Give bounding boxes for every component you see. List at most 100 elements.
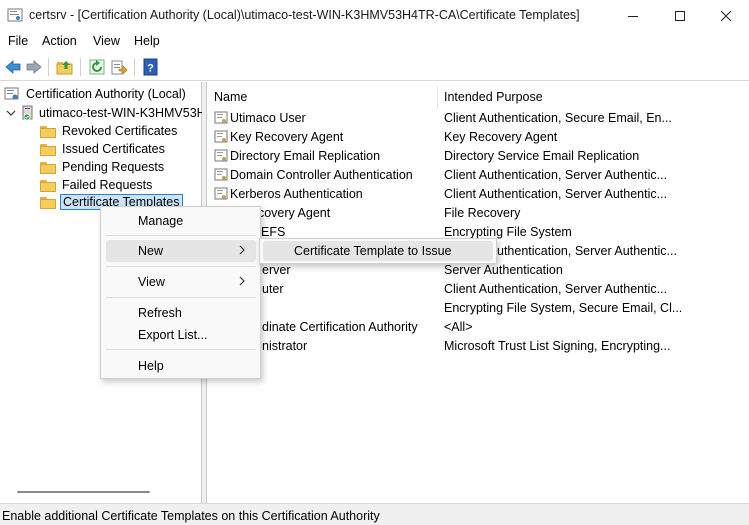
toolbar-separator [134,58,135,76]
context-item-label: Manage [138,214,184,228]
menu-help[interactable]: Help [134,34,160,48]
context-item-label: New [138,244,164,258]
close-button[interactable] [703,0,749,31]
menu-view[interactable]: View [93,34,120,48]
certificate-template-icon [214,187,228,200]
chevron-down-icon[interactable] [6,108,16,118]
folder-icon [40,125,56,138]
template-purpose: Client Authentication, Server Authentic.… [444,282,668,296]
template-name: nistrator [262,339,308,353]
toolbar-separator [48,58,49,76]
template-name: Key Recovery Agent [230,130,344,144]
list-item[interactable]: Utimaco User Client Authentication, Secu… [207,109,749,128]
submenu-item-label: Certificate Template to Issue [294,244,452,258]
template-name: dinate Certification Authority [262,320,418,334]
list-item[interactable]: ecovery Agent File Recovery [207,204,749,223]
toolbar: ? [0,53,749,81]
list-item[interactable]: dinate Certification Authority <All> [207,318,749,337]
template-purpose: Encrypting File System [444,225,572,239]
menu-separator [106,349,256,350]
template-purpose: Server Authentication [444,263,563,277]
context-item-new[interactable]: New [106,240,256,262]
certificate-template-icon [214,149,228,162]
template-list-view: Name Intended Purpose Utimaco User Clien… [206,82,749,503]
chevron-right-icon [239,245,245,255]
tree-root[interactable]: Certification Authority (Local) [4,85,186,103]
column-header-label: Name [214,90,248,104]
folder-icon [40,143,56,156]
menu-file[interactable]: File [8,34,28,48]
status-bar: Enable additional Certificate Templates … [0,503,749,525]
list-item[interactable]: nistrator Microsoft Trust List Signing, … [207,337,749,356]
context-item-manage[interactable]: Manage [106,210,256,232]
title-bar: certsrv - [Certification Authority (Loca… [0,0,749,31]
back-arrow-icon[interactable] [4,58,22,76]
certificate-template-icon [214,168,228,181]
folder-icon [40,161,56,174]
menu-separator [106,235,256,236]
tree-item-revoked-certificates[interactable]: Revoked Certificates [40,122,177,140]
column-divider[interactable] [437,86,438,108]
submenu-item-certificate-template-to-issue[interactable]: Certificate Template to Issue [263,241,493,261]
tree-item-label: Issued Certificates [62,142,165,156]
template-name: Directory Email Replication [230,149,381,163]
status-text: Enable additional Certificate Templates … [2,509,380,523]
toolbar-separator [80,58,81,76]
folder-icon [40,179,56,192]
template-purpose: Microsoft Trust List Signing, Encrypting… [444,339,671,353]
template-purpose: Client Authentication, Server Authentic.… [444,187,668,201]
template-purpose: File Recovery [444,206,521,220]
list-item[interactable]: Kerberos Authentication Client Authentic… [207,185,749,204]
template-purpose: uthentication, Server Authentic... [497,244,677,258]
list-item[interactable]: uter Client Authentication, Server Authe… [207,280,749,299]
certificate-template-icon [214,111,228,124]
context-item-label: Refresh [138,306,182,320]
refresh-icon[interactable] [88,58,106,76]
svg-text:?: ? [147,63,154,75]
menu-separator [106,266,256,267]
template-purpose: Client Authentication, Secure Email, En.… [444,111,672,125]
menu-separator [106,297,256,298]
column-header-name[interactable]: Name [214,86,247,108]
context-item-label: View [138,275,165,289]
template-name: Kerberos Authentication [230,187,363,201]
tree-item-failed-requests[interactable]: Failed Requests [40,176,152,194]
tree-item-issued-certificates[interactable]: Issued Certificates [40,140,165,158]
context-item-help[interactable]: Help [106,355,256,377]
certsrv-app-icon [7,8,23,22]
template-name: erver [262,263,291,277]
list-item[interactable]: Key Recovery Agent Key Recovery Agent [207,128,749,147]
template-purpose: <All> [444,320,473,334]
chevron-right-icon [239,276,245,286]
column-header-intended-purpose[interactable]: Intended Purpose [444,86,543,108]
template-purpose: Key Recovery Agent [444,130,558,144]
tree-root-label: Certification Authority (Local) [26,87,186,101]
up-folder-icon[interactable] [56,58,74,76]
context-item-view[interactable]: View [106,271,256,293]
minimize-button[interactable] [610,0,656,31]
template-name: EFS [261,225,286,239]
template-name: Domain Controller Authentication [230,168,413,182]
tree-item-label: Failed Requests [62,178,153,192]
tree-ca-label: utimaco-test-WIN-K3HMV53H [39,106,206,120]
context-item-refresh[interactable]: Refresh [106,302,256,324]
list-item[interactable]: Directory Email Replication Directory Se… [207,147,749,166]
new-submenu: Certificate Template to Issue [259,238,497,264]
maximize-button[interactable] [657,0,703,31]
horizontal-scrollbar[interactable] [17,491,150,493]
maximize-icon [675,10,685,21]
menu-action[interactable]: Action [42,34,77,48]
tree-ca-node[interactable]: utimaco-test-WIN-K3HMV53H [6,104,206,122]
context-item-label: Export List... [138,328,208,342]
menu-bar: File Action View Help [0,31,749,53]
tree-item-pending-requests[interactable]: Pending Requests [40,158,164,176]
help-icon[interactable]: ? [142,58,160,76]
list-item[interactable]: Domain Controller Authentication Client … [207,166,749,185]
forward-arrow-icon[interactable] [25,58,43,76]
context-item-export-list[interactable]: Export List... [106,324,256,346]
context-menu: Manage New View Refresh Export List... H… [100,206,261,379]
list-item[interactable]: Encrypting File System, Secure Email, Cl… [207,299,749,318]
tree-item-label: Pending Requests [62,160,165,174]
certificate-template-icon [214,130,228,143]
export-list-icon[interactable] [110,58,128,76]
